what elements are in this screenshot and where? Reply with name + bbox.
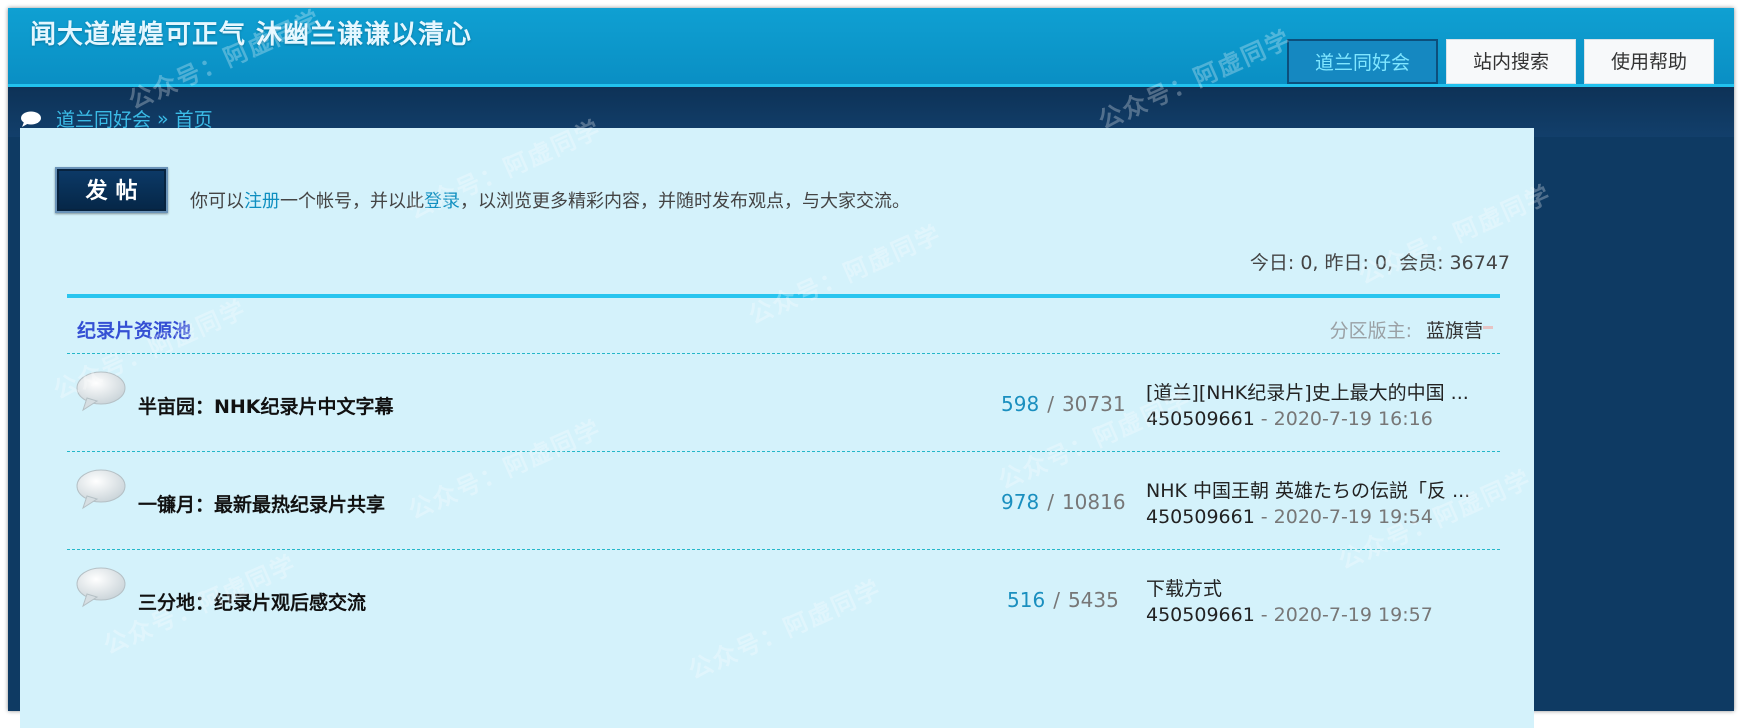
forum-row: 三分地：纪录片观后感交流 516 / 5435 下载方式 450509661-202… — [67, 549, 1500, 647]
top-nav: 道兰同好会 站内搜索 使用帮助 — [1286, 39, 1714, 84]
new-post-button[interactable]: 发帖 — [55, 167, 168, 213]
chat-bubble-icon — [20, 111, 42, 127]
thread-count: 978 — [1001, 490, 1040, 514]
meta-dash: - — [1260, 604, 1268, 626]
last-post-user-link[interactable]: 450509661 — [1146, 506, 1255, 528]
forum-name-link[interactable]: 一镰月：最新最热纪录片共享 — [138, 490, 385, 517]
collapse-toggle-icon[interactable] — [1483, 326, 1493, 329]
post-count: 30731 — [1061, 392, 1126, 416]
breadcrumb-separator: » — [157, 107, 169, 130]
last-post-user-link[interactable]: 450509661 — [1146, 604, 1255, 626]
forum-counts: 516 / 5435 — [1007, 588, 1119, 612]
site-header: 闻大道煌煌可正气 沐幽兰谦谦以清心 道兰同好会 站内搜索 使用帮助 — [8, 8, 1734, 87]
last-post-link[interactable]: NHK 中国王朝 英雄たちの伝説「反 ... — [1146, 476, 1486, 503]
nav-tab-help[interactable]: 使用帮助 — [1583, 39, 1714, 84]
meta-dash: - — [1260, 408, 1268, 430]
category-divider — [67, 294, 1500, 298]
last-post-time: 2020-7-19 19:57 — [1273, 604, 1433, 626]
nav-tab-search[interactable]: 站内搜索 — [1445, 39, 1576, 84]
count-separator: / — [1047, 392, 1054, 416]
forum-row: 一镰月：最新最热纪录片共享 978 / 10816 NHK 中国王朝 英雄たちの伝説… — [67, 451, 1500, 549]
intro-text: 你可以注册一个帐号，并以此登录，以浏览更多精彩内容，并随时发布观点，与大家交流。 — [190, 187, 910, 213]
last-post-meta: 450509661-2020-7-19 16:16 — [1146, 408, 1433, 430]
nav-tab-forum[interactable]: 道兰同好会 — [1286, 39, 1438, 84]
forum-name-link[interactable]: 三分地：纪录片观后感交流 — [138, 588, 366, 615]
moderator-name-link[interactable]: 蓝旗营 — [1426, 320, 1483, 342]
register-link[interactable]: 注册 — [244, 191, 280, 212]
meta-dash: - — [1260, 506, 1268, 528]
post-count: 10816 — [1061, 490, 1126, 514]
intro-middle: 一个帐号，并以此 — [280, 191, 424, 212]
last-post-link[interactable]: [道兰][NHK纪录片]史上最大的中国 ... — [1146, 378, 1486, 405]
forum-bubble-icon — [75, 468, 127, 510]
forum-counts: 598 / 30731 — [1001, 392, 1126, 416]
intro-prefix: 你可以 — [190, 191, 244, 212]
last-post-meta: 450509661-2020-7-19 19:57 — [1146, 604, 1433, 626]
last-post-time: 2020-7-19 16:16 — [1273, 408, 1433, 430]
site-title: 闻大道煌煌可正气 沐幽兰谦谦以清心 — [30, 20, 473, 50]
thread-count: 516 — [1007, 588, 1046, 612]
last-post-time: 2020-7-19 19:54 — [1273, 506, 1433, 528]
last-post-link[interactable]: 下载方式 — [1146, 574, 1486, 601]
count-separator: / — [1053, 588, 1060, 612]
intro-suffix: ，以浏览更多精彩内容，并随时发布观点，与大家交流。 — [460, 191, 910, 212]
category-moderator: 分区版主: 蓝旗营 — [1330, 316, 1483, 343]
forum-row: 半亩园：NHK纪录片中文字幕 598 / 30731 [道兰][NHK纪录片]史上最… — [67, 353, 1500, 451]
forum-name-link[interactable]: 半亩园：NHK纪录片中文字幕 — [138, 392, 394, 419]
last-post-meta: 450509661-2020-7-19 19:54 — [1146, 506, 1433, 528]
post-count: 5435 — [1067, 588, 1119, 612]
thread-count: 598 — [1001, 392, 1040, 416]
last-post-user-link[interactable]: 450509661 — [1146, 408, 1255, 430]
login-link[interactable]: 登录 — [424, 191, 460, 212]
site-stats: 今日: 0, 昨日: 0, 会员: 36747 — [1249, 252, 1510, 274]
forum-bubble-icon — [75, 370, 127, 412]
count-separator: / — [1047, 490, 1054, 514]
moderator-label: 分区版主: — [1329, 320, 1412, 342]
category-title[interactable]: 纪录片资源池 — [77, 316, 191, 343]
forum-bubble-icon — [75, 566, 127, 608]
forum-counts: 978 / 10816 — [1001, 490, 1126, 514]
